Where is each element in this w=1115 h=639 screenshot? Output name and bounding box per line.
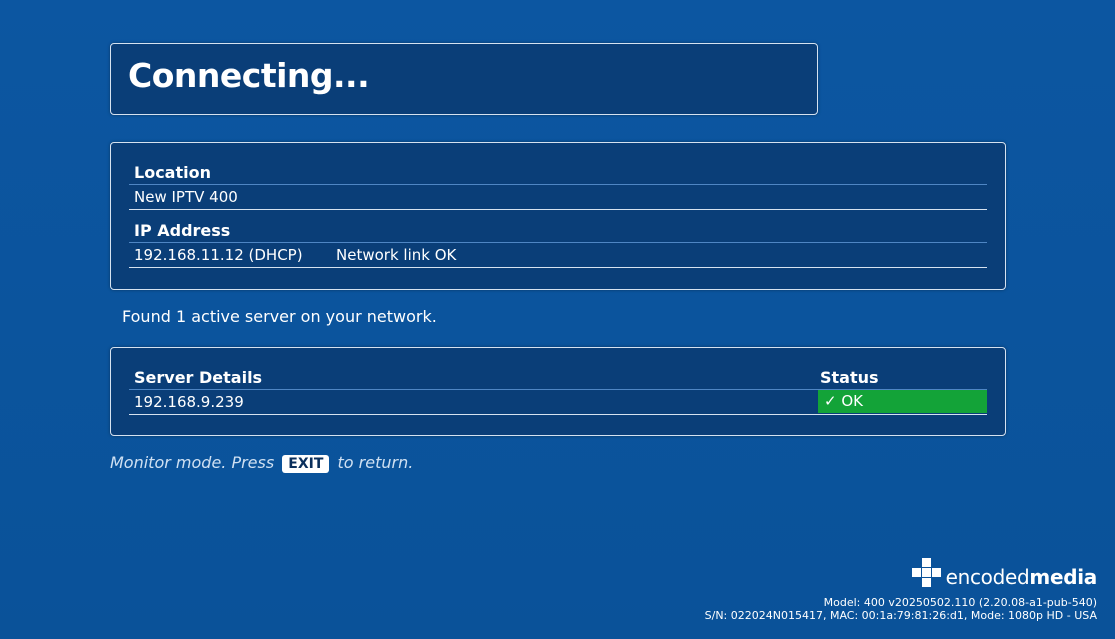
- server-row[interactable]: 192.168.9.239 ✓ OK: [129, 390, 987, 415]
- network-link-status: Network link OK: [336, 246, 457, 264]
- brand-name-bold: media: [1029, 565, 1097, 589]
- encodedmedia-logo-icon: [911, 558, 942, 588]
- exit-key-badge: EXIT: [282, 455, 330, 473]
- ip-address-header-row: IP Address: [129, 218, 987, 243]
- location-value: New IPTV 400: [134, 188, 238, 206]
- page-title: Connecting...: [128, 56, 370, 95]
- ip-address-value-row: 192.168.11.12 (DHCP) Network link OK: [129, 243, 987, 268]
- server-details-header: Server Details: [134, 368, 263, 387]
- ip-address-label: IP Address: [134, 221, 231, 240]
- monitor-hint-suffix: to return.: [337, 453, 414, 472]
- monitor-hint-prefix: Monitor mode. Press: [110, 453, 275, 472]
- title-panel: Connecting...: [110, 43, 818, 115]
- server-address: 192.168.9.239: [134, 393, 244, 411]
- monitor-mode-hint: Monitor mode. Press EXIT to return.: [110, 453, 413, 473]
- server-details-panel: Server Details Status 192.168.9.239 ✓ OK: [110, 347, 1006, 436]
- network-info-panel: Location New IPTV 400 IP Address 192.168…: [110, 142, 1006, 290]
- location-label: Location: [134, 163, 211, 182]
- ip-address-value: 192.168.11.12 (DHCP): [134, 246, 303, 264]
- location-value-row: New IPTV 400: [129, 185, 987, 210]
- brand-name-light: encoded: [945, 565, 1030, 589]
- device-info-footer: Model: 400 v20250502.110 (2.20.08-a1-pub…: [705, 596, 1097, 622]
- status-header: Status: [820, 368, 879, 387]
- model-info: Model: 400 v20250502.110 (2.20.08-a1-pub…: [823, 596, 1097, 609]
- server-found-message: Found 1 active server on your network.: [122, 307, 437, 326]
- location-header-row: Location: [129, 160, 987, 185]
- server-table-header: Server Details Status: [129, 365, 987, 390]
- serial-mac-info: S/N: 022024N015417, MAC: 00:1a:79:81:26:…: [704, 609, 1097, 622]
- status-ok-text: ✓ OK: [824, 392, 863, 410]
- brand-logo: encodedmedia: [911, 556, 1098, 589]
- status-ok-badge: ✓ OK: [818, 390, 987, 413]
- brand-name: encodedmedia: [945, 565, 1098, 589]
